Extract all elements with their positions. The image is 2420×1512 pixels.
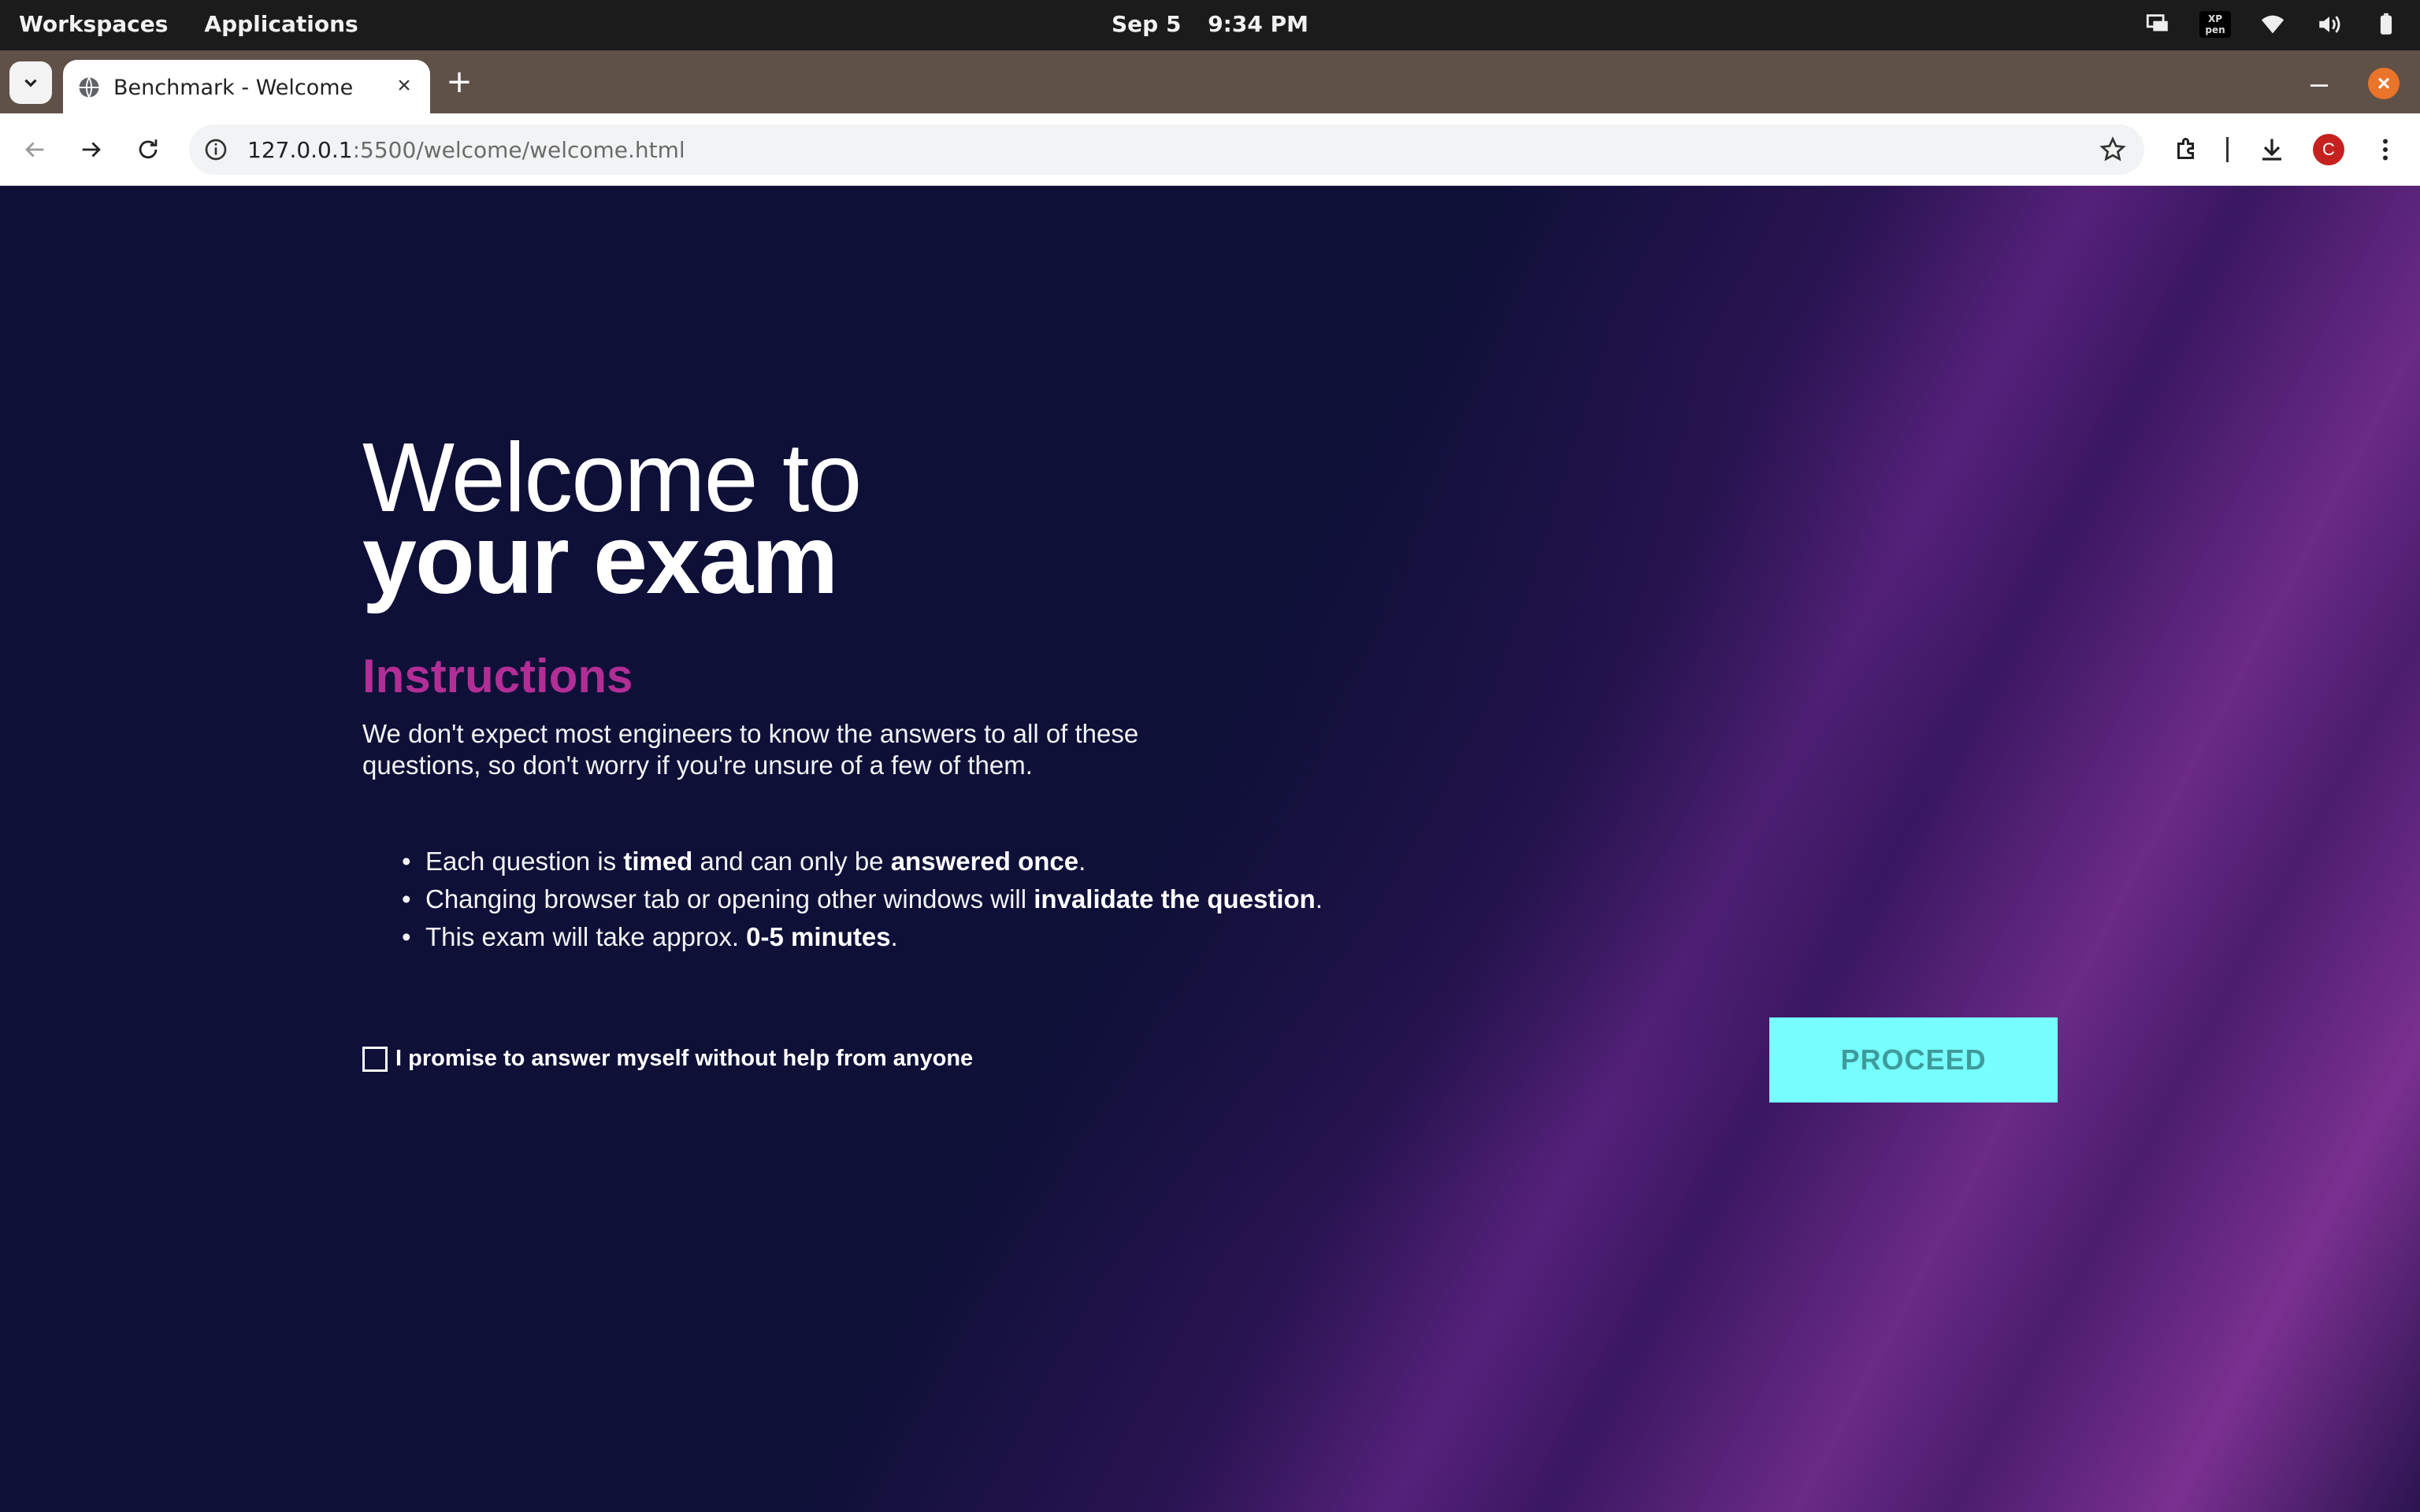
puzzle-icon — [2177, 138, 2194, 159]
url-text[interactable]: 127.0.0.1:5500/welcome/welcome.html — [247, 137, 685, 163]
minimize-button[interactable]: – — [2305, 68, 2333, 102]
address-bar[interactable]: 127.0.0.1:5500/welcome/welcome.html — [189, 124, 2144, 175]
window-close-button[interactable]: × — [2368, 68, 2400, 99]
tab-title: Benchmark - Welcome — [113, 76, 354, 100]
back-arrow-icon — [25, 142, 44, 158]
forward-arrow-icon — [82, 142, 101, 158]
volume-icon[interactable] — [2314, 9, 2344, 39]
bullet-bold: answered once — [890, 847, 1079, 876]
wifi-icon-svg — [2261, 15, 2285, 34]
instructions-title: Instructions — [362, 650, 633, 702]
tab-search-button[interactable] — [9, 61, 52, 104]
browser-toolbar: 127.0.0.1:5500/welcome/welcome.html C — [0, 113, 2420, 186]
url-host: 127.0.0.1 — [247, 137, 353, 163]
globe-icon — [79, 77, 99, 98]
welcome-content: Welcome to your exam Instructions We don… — [362, 186, 2095, 1512]
bullet-bold: invalidate the question — [1034, 884, 1316, 914]
reload-icon — [139, 139, 158, 159]
browser-menu-button[interactable] — [2366, 131, 2404, 169]
bullet-text: Each question is — [425, 847, 624, 876]
clock-date: Sep 5 — [1112, 11, 1182, 37]
chevron-down-icon — [24, 79, 37, 87]
kebab-menu-icon — [2383, 139, 2388, 161]
back-button[interactable] — [16, 131, 54, 169]
promise-label: I promise to answer myself without help … — [395, 1046, 974, 1071]
list-item: Changing browser tab or opening other wi… — [402, 880, 1323, 918]
battery-icon[interactable] — [2371, 9, 2401, 39]
display-icon-svg — [2146, 14, 2168, 32]
url-path: :5500/welcome/welcome.html — [352, 137, 685, 163]
bullet-bold: timed — [623, 847, 693, 876]
clock-time: 9:34 PM — [1208, 11, 1308, 37]
extensions-button[interactable] — [2168, 131, 2206, 169]
list-item: This exam will take approx. 0-5 minutes. — [402, 918, 1323, 956]
instructions-list: Each question is timed and can only be a… — [402, 843, 1323, 956]
volume-icon-svg — [2319, 16, 2340, 33]
os-top-bar: Workspaces Applications Sep 5 9:34 PM XP… — [0, 0, 2420, 50]
proceed-button[interactable]: PROCEED — [1769, 1017, 2058, 1102]
bullet-text: and can only be — [692, 847, 891, 876]
forward-button[interactable] — [72, 131, 110, 169]
tab-close-icon[interactable]: × — [391, 72, 418, 99]
xp-pen-icon[interactable]: XP pen — [2199, 11, 2231, 38]
clock[interactable]: Sep 5 9:34 PM — [0, 11, 2420, 37]
heading-line-2: your exam — [362, 506, 838, 614]
bullet-bold: 0-5 minutes — [746, 922, 891, 951]
page-viewport: Welcome to your exam Instructions We don… — [0, 186, 2420, 1512]
site-info-icon[interactable] — [203, 137, 228, 162]
downloads-button[interactable] — [2253, 131, 2291, 169]
list-item: Each question is timed and can only be a… — [402, 843, 1323, 880]
bookmark-star-icon[interactable] — [2099, 135, 2127, 164]
reload-button[interactable] — [129, 131, 167, 169]
toolbar-divider — [2226, 137, 2229, 162]
display-icon[interactable] — [2143, 9, 2173, 39]
profile-avatar[interactable]: C — [2313, 134, 2344, 165]
tab-strip: Benchmark - Welcome × + – — [0, 50, 2420, 113]
battery-icon-svg — [2380, 13, 2392, 35]
promise-checkbox[interactable] — [362, 1046, 388, 1072]
new-tab-button[interactable]: + — [446, 66, 473, 98]
bullet-text: . — [890, 922, 898, 951]
tab-benchmark-welcome[interactable]: Benchmark - Welcome × — [63, 60, 430, 113]
promise-checkbox-row[interactable]: I promise to answer myself without help … — [362, 1046, 973, 1072]
bullet-text: . — [1315, 884, 1323, 914]
download-icon — [2262, 139, 2281, 161]
bullet-text: . — [1078, 847, 1086, 876]
instructions-intro: We don't expect most engineers to know t… — [362, 719, 1139, 780]
bullet-text: This exam will take approx. — [425, 922, 747, 951]
wifi-icon[interactable] — [2258, 9, 2288, 39]
bullet-text: Changing browser tab or opening other wi… — [425, 884, 1034, 914]
